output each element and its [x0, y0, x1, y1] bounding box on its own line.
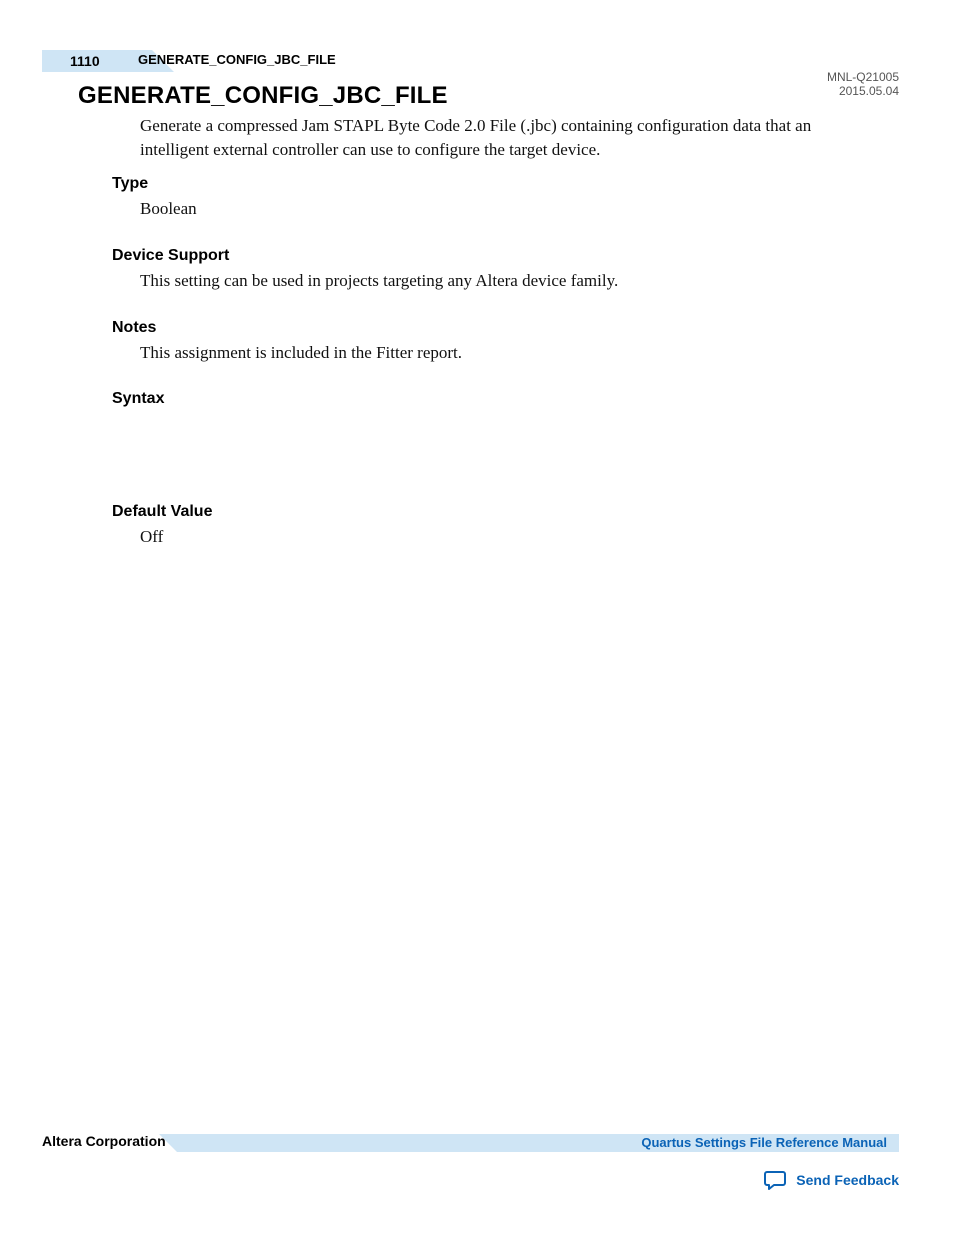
intro-paragraph: Generate a compressed Jam STAPL Byte Cod… [140, 114, 859, 162]
section-syntax: Syntax [112, 390, 859, 414]
section-body: Boolean [140, 199, 859, 219]
send-feedback-link[interactable]: Send Feedback [764, 1170, 899, 1190]
section-heading: Type [112, 175, 859, 193]
section-body: Off [140, 527, 859, 547]
section-device-support: Device Support This setting can be used … [112, 247, 859, 291]
footer-company: Altera Corporation [42, 1133, 166, 1149]
section-heading: Default Value [112, 503, 859, 521]
page-title: GENERATE_CONFIG_JBC_FILE [78, 82, 448, 110]
header-breadcrumb: GENERATE_CONFIG_JBC_FILE [138, 52, 336, 67]
footer-strip: Quartus Settings File Reference Manual [177, 1134, 899, 1152]
section-heading: Notes [112, 319, 859, 337]
doc-date: 2015.05.04 [827, 84, 899, 98]
section-notes: Notes This assignment is included in the… [112, 319, 859, 363]
section-body: This assignment is included in the Fitte… [140, 343, 859, 363]
page-header: 1110 GENERATE_CONFIG_JBC_FILE MNL-Q21005… [0, 38, 954, 68]
section-type: Type Boolean [112, 175, 859, 219]
footer-bar: Altera Corporation Quartus Settings File… [42, 1130, 899, 1152]
doc-meta: MNL-Q21005 2015.05.04 [827, 70, 899, 98]
doc-code: MNL-Q21005 [827, 70, 899, 84]
section-default-value: Default Value Off [112, 503, 859, 547]
page-number-tab: 1110 [42, 50, 152, 72]
page-number: 1110 [70, 53, 100, 69]
section-heading: Device Support [112, 247, 859, 265]
speech-bubble-icon [764, 1170, 788, 1190]
send-feedback-label: Send Feedback [796, 1172, 899, 1188]
section-body: This setting can be used in projects tar… [140, 271, 859, 291]
manual-link[interactable]: Quartus Settings File Reference Manual [641, 1134, 887, 1152]
section-heading: Syntax [112, 390, 859, 408]
